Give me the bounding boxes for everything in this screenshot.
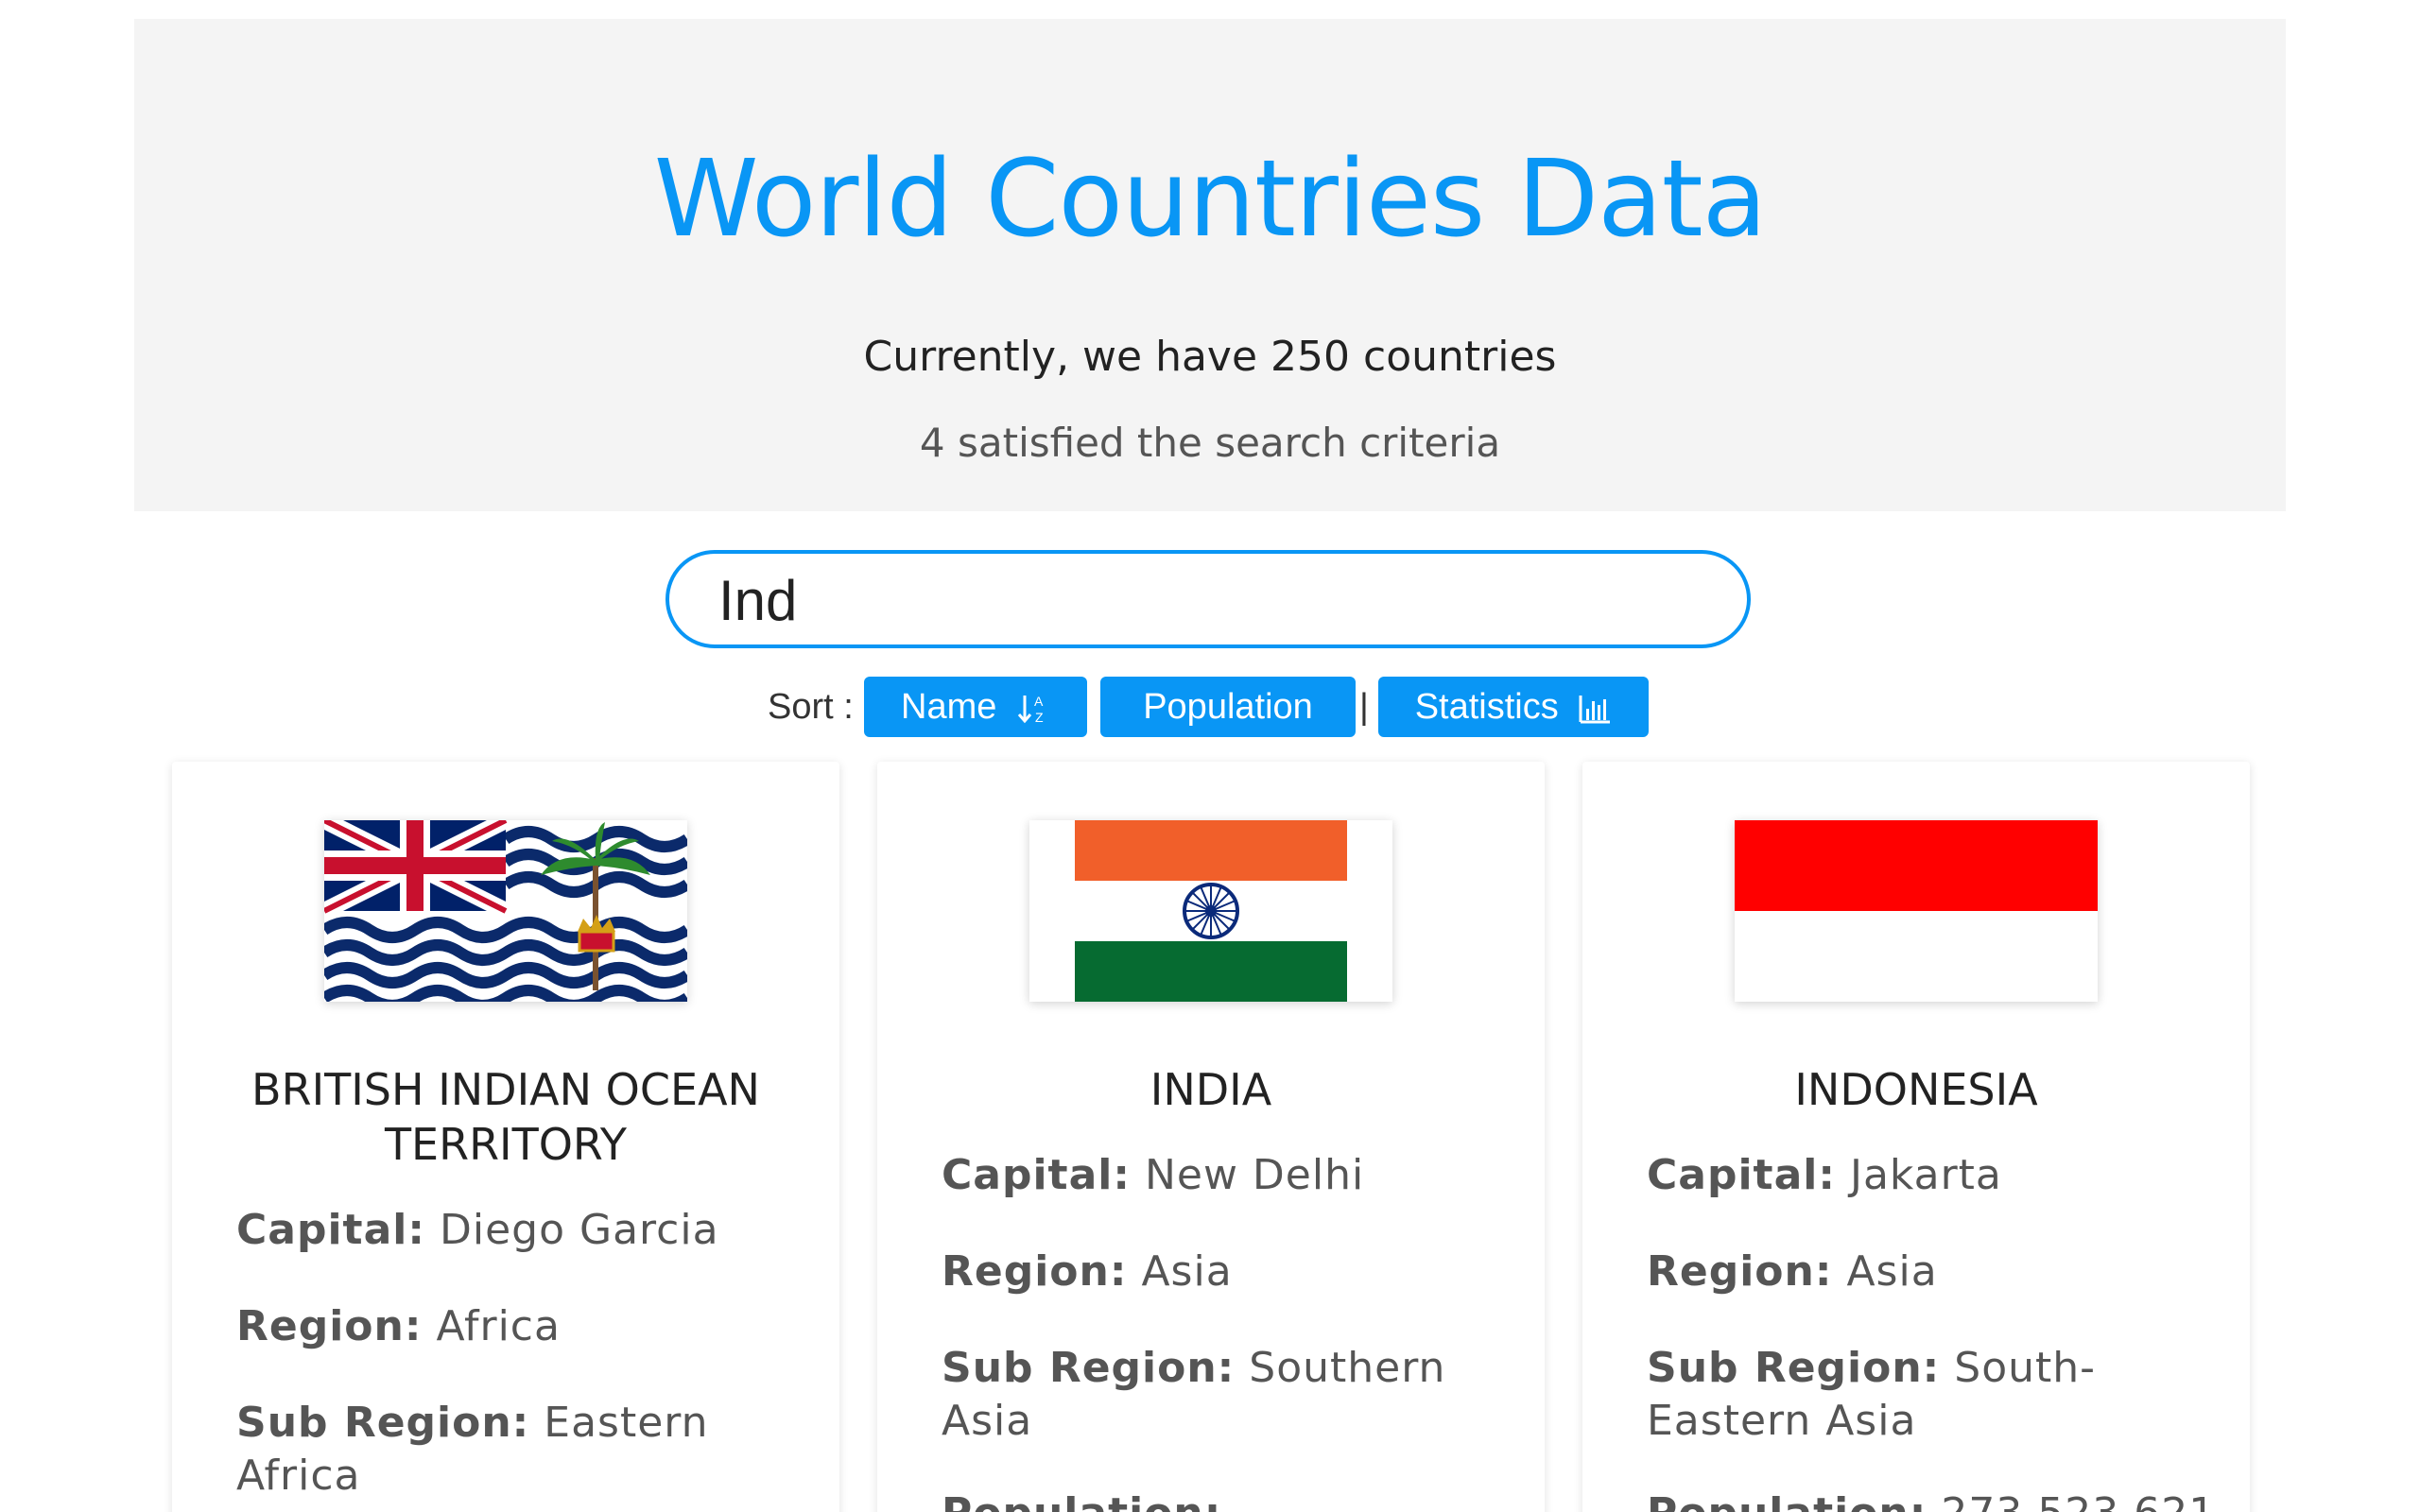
country-details: Capital: New Delhi Region: Asia Sub Regi…: [942, 1149, 1516, 1512]
region-row: Region: Asia: [942, 1246, 1516, 1298]
region-label: Region:: [1647, 1247, 1833, 1296]
svg-text:A: A: [1034, 694, 1044, 709]
country-card: INDIA Capital: New Delhi Region: Asia Su…: [877, 762, 1545, 1512]
region-label: Region:: [236, 1302, 423, 1350]
sub-region-label: Sub Region:: [942, 1344, 1236, 1392]
sort-by-population-label: Population: [1143, 687, 1313, 727]
country-details: Capital: Jakarta Region: Asia Sub Region…: [1647, 1149, 2221, 1512]
capital-value: Diego Garcia: [439, 1206, 719, 1254]
region-label: Region:: [942, 1247, 1128, 1296]
capital-row: Capital: New Delhi: [942, 1149, 1516, 1202]
statistics-button[interactable]: Statistics: [1378, 677, 1649, 737]
header-banner: World Countries Data Currently, we have …: [134, 19, 2286, 511]
sort-controls: Sort : Name A Z Population | Statistics: [0, 677, 2420, 737]
country-card: INDONESIA Capital: Jakarta Region: Asia …: [1582, 762, 2250, 1512]
sub-region-label: Sub Region:: [236, 1399, 530, 1447]
sort-by-name-button[interactable]: Name A Z: [864, 677, 1087, 737]
region-row: Region: Asia: [1647, 1246, 2221, 1298]
region-value: Asia: [1141, 1247, 1233, 1296]
country-name: INDONESIA: [1794, 1064, 2038, 1115]
population-row: Population: 273,523,621: [1647, 1487, 2221, 1512]
search-result-count: 4 satisfied the search criteria: [919, 420, 1501, 466]
population-row: Population:: [942, 1487, 1516, 1512]
region-value: Africa: [436, 1302, 561, 1350]
population-label: Population:: [942, 1489, 1221, 1512]
sort-separator: |: [1359, 687, 1369, 727]
capital-value: Jakarta: [1849, 1151, 2002, 1199]
british-indian-ocean-territory-flag: [324, 820, 687, 1002]
sort-by-population-button[interactable]: Population: [1100, 677, 1356, 737]
country-count-text: Currently, we have 250 countries: [863, 333, 1557, 381]
bar-chart-icon: [1579, 695, 1611, 724]
sub-region-row: Sub Region: South-Eastern Asia: [1647, 1342, 2176, 1448]
region-value: Asia: [1846, 1247, 1938, 1296]
search-input[interactable]: [717, 563, 1703, 637]
region-row: Region: Africa: [236, 1300, 811, 1353]
country-name: BRITISH INDIAN OCEAN TERRITORY: [251, 1064, 760, 1170]
india-flag: [1029, 820, 1392, 1002]
population-label: Population:: [1647, 1489, 1927, 1512]
capital-label: Capital:: [942, 1151, 1131, 1199]
sort-by-name-label: Name: [901, 687, 997, 727]
svg-text:Z: Z: [1035, 710, 1044, 725]
country-card: BRITISH INDIAN OCEAN TERRITORY Capital: …: [172, 762, 839, 1512]
page-title: World Countries Data: [653, 138, 1768, 261]
capital-value: New Delhi: [1144, 1151, 1365, 1199]
sub-region-row: Sub Region: Southern Asia: [942, 1342, 1471, 1448]
sort-label: Sort :: [768, 687, 854, 727]
country-details: Capital: Diego Garcia Region: Africa Sub…: [236, 1204, 811, 1503]
sub-region-label: Sub Region:: [1647, 1344, 1941, 1392]
sub-region-row: Sub Region: Eastern Africa: [236, 1397, 728, 1503]
capital-label: Capital:: [236, 1206, 425, 1254]
population-value: 273,523,621: [1941, 1489, 2216, 1512]
country-name: INDIA: [1150, 1064, 1272, 1115]
search-box[interactable]: [666, 550, 1751, 648]
capital-row: Capital: Diego Garcia: [236, 1204, 811, 1257]
capital-label: Capital:: [1647, 1151, 1836, 1199]
sort-alpha-down-icon: A Z: [1017, 694, 1044, 725]
page: World Countries Data Currently, we have …: [0, 0, 2420, 1512]
statistics-label: Statistics: [1414, 687, 1559, 727]
indonesia-flag: [1735, 820, 2098, 1002]
capital-row: Capital: Jakarta: [1647, 1149, 2221, 1202]
